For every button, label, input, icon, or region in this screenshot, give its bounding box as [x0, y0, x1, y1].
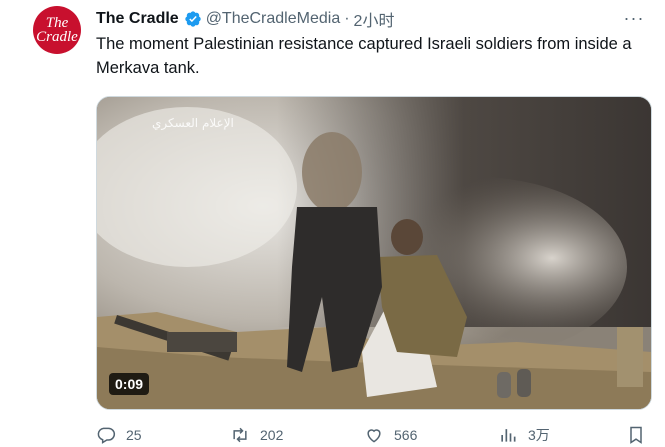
- video-player[interactable]: الإعلام العسكري 0:09: [96, 96, 652, 410]
- retweet-count: 202: [260, 427, 284, 443]
- views-count: 3万: [528, 427, 550, 443]
- separator: ·: [344, 10, 350, 27]
- more-icon[interactable]: ···: [619, 6, 649, 30]
- like-count: 566: [394, 427, 418, 443]
- video-watermark: الإعلام العسكري: [152, 116, 234, 131]
- timestamp[interactable]: 2小时: [354, 7, 395, 31]
- tweet-header: The Cradle @TheCradleMedia · 2小时: [96, 8, 665, 30]
- video-duration: 0:09: [109, 373, 150, 395]
- tweet-text: The moment Palestinian resistance captur…: [96, 35, 632, 77]
- video-frame: الإعلام العسكري: [97, 97, 651, 409]
- reply-button[interactable]: 25: [96, 425, 142, 445]
- bookmark-icon: [630, 426, 642, 444]
- avatar[interactable]: The Cradle: [33, 6, 81, 54]
- views-button[interactable]: 3万: [498, 425, 550, 445]
- reply-icon: [97, 427, 116, 444]
- author-handle[interactable]: @TheCradleMedia: [206, 10, 341, 28]
- author-name[interactable]: The Cradle: [96, 10, 179, 28]
- verified-badge-icon: [185, 11, 201, 27]
- action-bar: 25 202 566 3万: [96, 425, 656, 447]
- avatar-text-line-2: Cradle: [36, 29, 78, 45]
- retweet-button[interactable]: 202: [230, 425, 283, 445]
- like-icon: [367, 429, 381, 443]
- avatar-text-line-1: The: [45, 15, 69, 31]
- like-button[interactable]: 566: [364, 425, 417, 445]
- views-icon: [501, 429, 516, 442]
- retweet-icon: [233, 427, 247, 443]
- bookmark-button[interactable]: [626, 425, 656, 445]
- more-label: ···: [623, 7, 645, 28]
- reply-count: 25: [126, 427, 142, 443]
